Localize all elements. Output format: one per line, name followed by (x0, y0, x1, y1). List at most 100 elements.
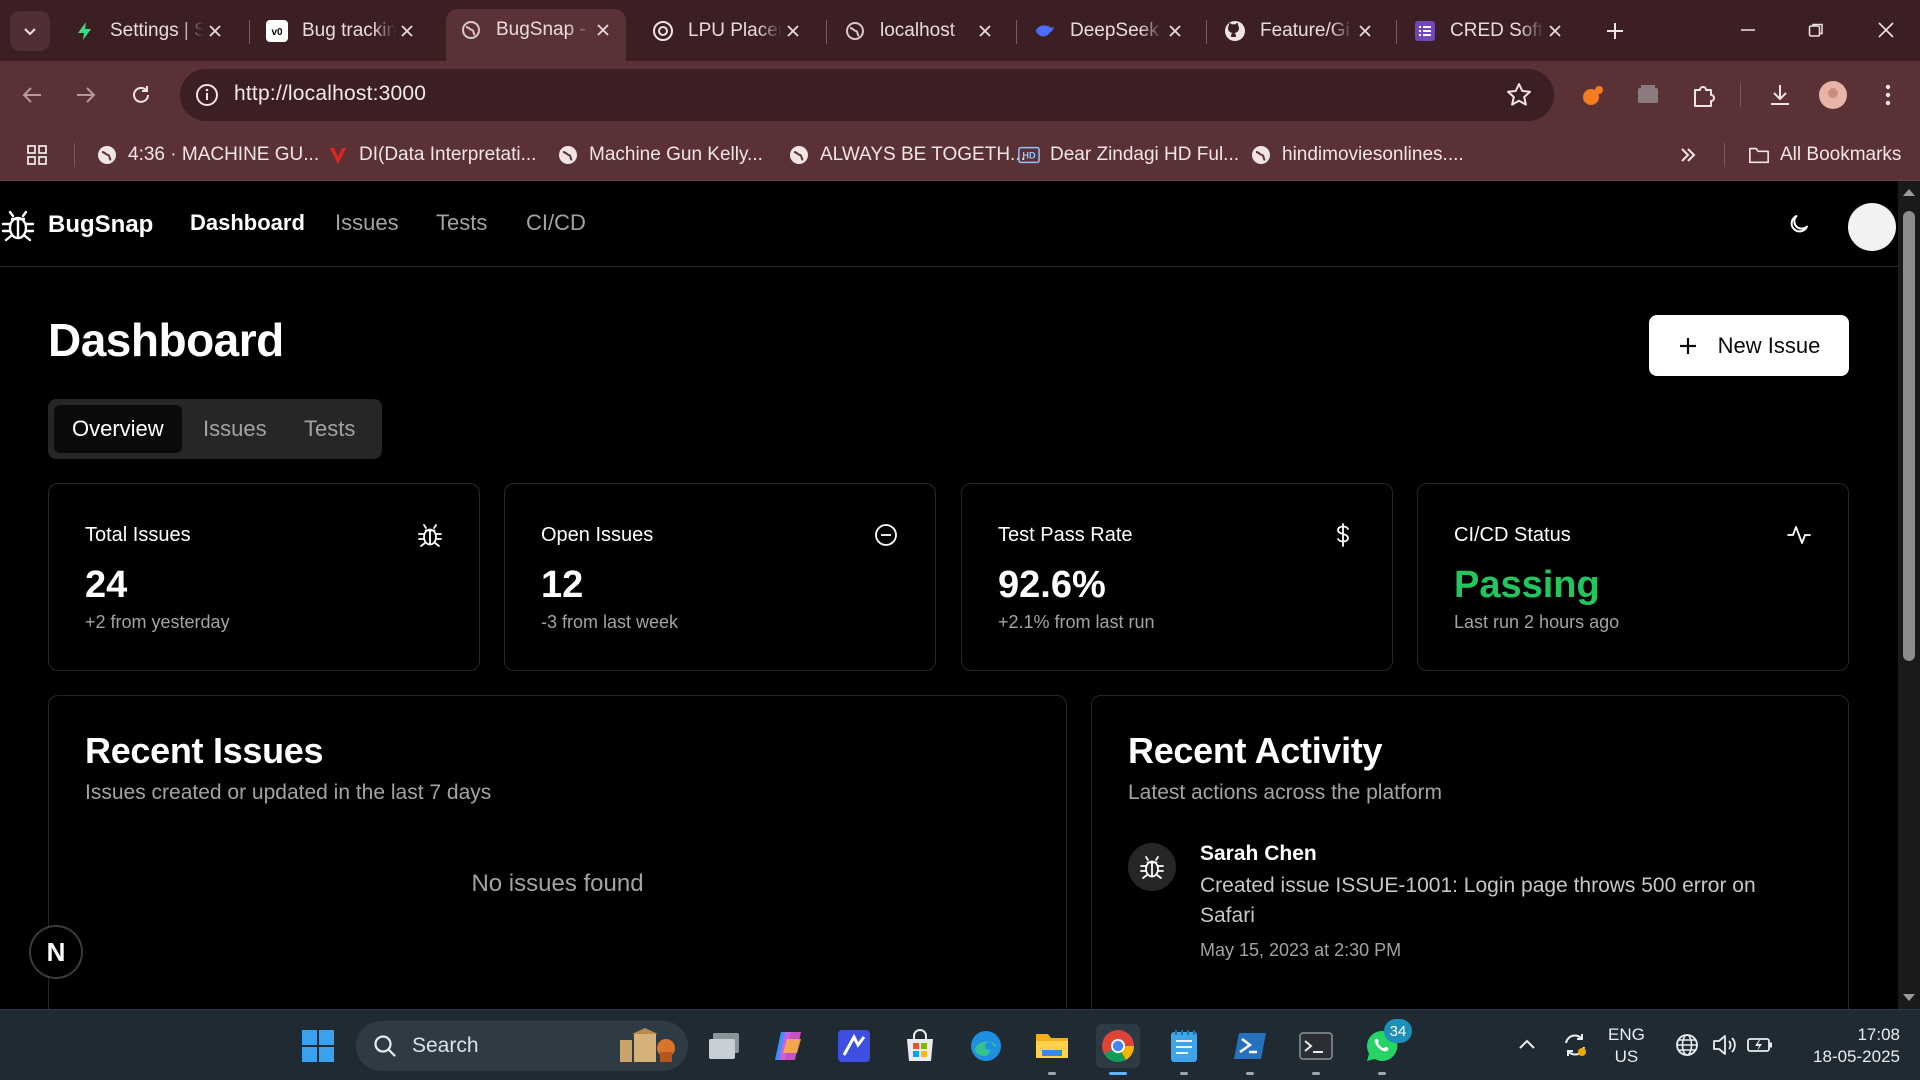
brand-logo[interactable]: BugSnap (0, 207, 153, 243)
tab-lpu-placement[interactable]: LPU Placem (638, 10, 816, 52)
all-bookmarks-button[interactable]: All Bookmarks (1748, 141, 1901, 169)
show-hidden-icons-chevron-icon[interactable] (1512, 1030, 1542, 1060)
back-button[interactable] (14, 77, 50, 113)
activity-user: Sarah Chen (1200, 842, 1317, 865)
tab-settings[interactable]: Settings | S (60, 10, 238, 52)
nav-tests[interactable]: Tests (436, 210, 487, 236)
language-indicator[interactable]: ENG US (1608, 1024, 1645, 1068)
nextjs-dev-badge[interactable]: N (29, 925, 83, 979)
user-avatar[interactable] (1848, 203, 1896, 251)
extension-tab-manager-icon[interactable] (1630, 77, 1666, 113)
site-info-icon[interactable] (194, 82, 220, 108)
restore-button[interactable] (1790, 10, 1842, 50)
taskbar-search[interactable]: Search (356, 1021, 688, 1071)
stat-label: Open Issues (541, 524, 654, 546)
page-scrollbar[interactable] (1898, 181, 1920, 1009)
forward-button[interactable] (68, 77, 104, 113)
system-clock[interactable]: 17:08 18-05-2025 (1796, 1024, 1900, 1068)
stat-value: 24 (85, 564, 128, 606)
copilot-icon[interactable] (766, 1024, 810, 1068)
close-icon[interactable] (1544, 20, 1566, 42)
theme-toggle-button[interactable] (1780, 205, 1818, 243)
close-icon[interactable] (396, 20, 418, 42)
scroll-down-icon[interactable] (1902, 993, 1916, 1003)
battery-icon[interactable] (1745, 1030, 1775, 1060)
tab-localhost[interactable]: localhost (830, 10, 1008, 52)
extension-orange-icon[interactable] (1576, 77, 1612, 113)
stat-card-test-pass-rate: Test Pass Rate 92.6% +2.1% from last run (961, 483, 1393, 671)
activity-description[interactable]: Created issue ISSUE-1001: Login page thr… (1200, 871, 1800, 931)
file-explorer-icon[interactable] (1030, 1024, 1074, 1075)
menu-dots-icon[interactable] (1870, 77, 1906, 113)
more-bookmarks-button[interactable] (1678, 141, 1698, 169)
task-view-icon[interactable] (702, 1024, 746, 1068)
nav-dashboard[interactable]: Dashboard (190, 210, 305, 236)
plus-icon (1607, 23, 1623, 39)
new-tab-button[interactable] (1598, 14, 1632, 48)
panel-title: Recent Issues (85, 730, 324, 771)
puzzle-icon[interactable] (1686, 77, 1722, 113)
address-bar[interactable]: http://localhost:3000 (180, 69, 1554, 121)
close-window-button[interactable] (1860, 10, 1912, 50)
download-icon[interactable] (1762, 77, 1798, 113)
running-indicator (1378, 1072, 1386, 1075)
stat-change: +2.1% from last run (998, 612, 1155, 632)
running-indicator (1109, 1072, 1127, 1075)
bookmark-item[interactable]: Machine Gun Kelly... (557, 141, 763, 169)
scrollbar-thumb[interactable] (1903, 211, 1915, 661)
start-button[interactable] (296, 1024, 340, 1068)
minimize-button[interactable] (1722, 10, 1774, 50)
tab-github-feature[interactable]: Feature/Gi (1210, 10, 1388, 52)
new-issue-button[interactable]: New Issue (1649, 315, 1849, 376)
bugsnap-app: BugSnap Dashboard Issues Tests CI/CD Das… (0, 181, 1898, 1009)
nav-cicd[interactable]: CI/CD (526, 210, 586, 236)
tab-cred-software[interactable]: CRED Softw (1400, 10, 1578, 52)
reload-button[interactable] (123, 77, 159, 113)
minimize-icon (1741, 29, 1755, 31)
close-icon (1878, 22, 1894, 38)
close-icon[interactable] (782, 20, 804, 42)
close-icon[interactable] (1164, 20, 1186, 42)
page-title: Dashboard (48, 314, 284, 366)
windows-logo-icon (302, 1030, 334, 1062)
terminal-icon[interactable] (1294, 1024, 1338, 1075)
tab-bugsnap[interactable]: BugSnap - (446, 9, 626, 61)
tab-bug-tracking[interactable]: v0 Bug trackin (252, 10, 430, 52)
code-editor-icon[interactable] (832, 1024, 876, 1068)
chrome-icon[interactable] (1096, 1024, 1140, 1075)
stat-card-cicd-status: CI/CD Status Passing Last run 2 hours ag… (1417, 483, 1849, 671)
profile-avatar[interactable] (1815, 77, 1851, 113)
close-icon[interactable] (1354, 20, 1376, 42)
tab-tests[interactable]: Tests (304, 405, 355, 453)
network-globe-icon[interactable] (1672, 1030, 1702, 1060)
bookmark-item[interactable]: DI(Data Interpretati... (327, 141, 536, 169)
bookmark-item[interactable]: 4:36 · MACHINE GU... (96, 141, 319, 169)
close-icon[interactable] (974, 20, 996, 42)
volume-icon[interactable] (1709, 1030, 1739, 1060)
tab-title: DeepSeek (1070, 20, 1159, 41)
powershell-icon[interactable] (1228, 1024, 1272, 1075)
scroll-up-icon[interactable] (1902, 187, 1916, 197)
bookmark-item[interactable]: HD Dear Zindagi HD Ful... (1018, 141, 1239, 169)
deepseek-favicon-icon (1034, 20, 1056, 42)
bug-logo-icon (1, 210, 35, 242)
stat-change: Last run 2 hours ago (1454, 612, 1620, 632)
close-icon[interactable] (204, 20, 226, 42)
close-icon[interactable] (592, 19, 614, 41)
microsoft-store-icon[interactable] (898, 1024, 942, 1068)
apps-grid-icon[interactable] (26, 141, 48, 169)
stat-label: CI/CD Status (1454, 524, 1571, 546)
tab-search-button[interactable] (10, 11, 50, 51)
notepad-icon[interactable] (1162, 1024, 1206, 1075)
new-issue-label: New Issue (1717, 332, 1821, 358)
nav-issues[interactable]: Issues (335, 210, 399, 236)
edge-browser-icon[interactable] (964, 1024, 1008, 1068)
url-text[interactable]: http://localhost:3000 (234, 82, 426, 106)
tab-issues[interactable]: Issues (203, 405, 267, 453)
sync-icon[interactable] (1560, 1030, 1590, 1060)
bookmark-item[interactable]: hindimoviesonlines.... (1250, 141, 1464, 169)
bookmark-item[interactable]: ALWAYS BE TOGETH... (788, 141, 1026, 169)
tab-overview[interactable]: Overview (54, 405, 182, 453)
tab-deepseek[interactable]: DeepSeek (1020, 10, 1198, 52)
star-icon[interactable] (1506, 82, 1532, 108)
